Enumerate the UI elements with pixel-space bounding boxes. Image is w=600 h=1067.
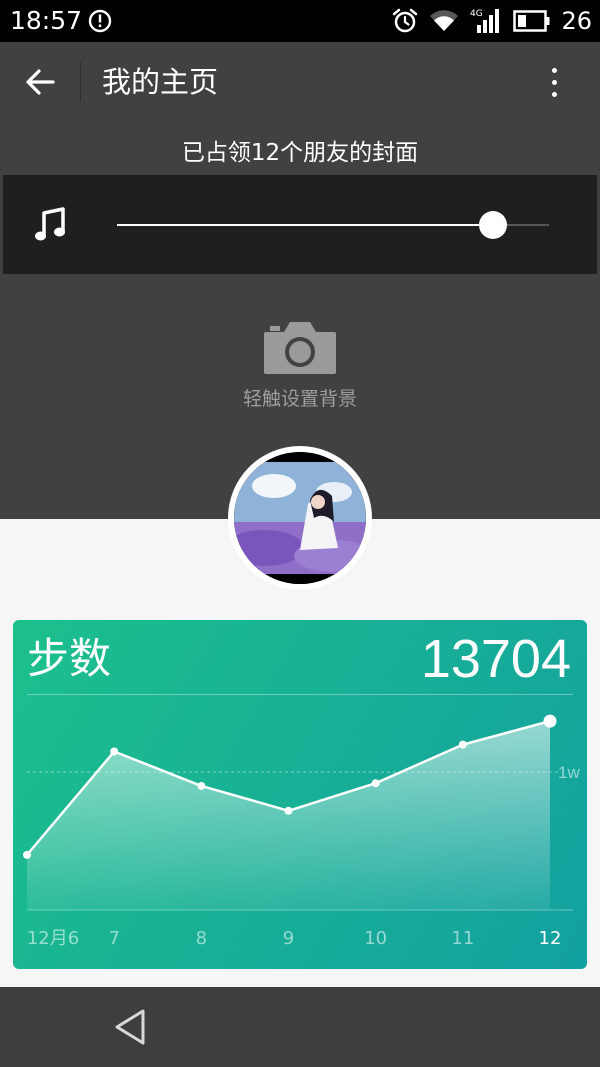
more-vertical-icon-dot (551, 79, 557, 85)
chart-reference-label: 1w (558, 763, 580, 782)
chart-point (284, 806, 293, 815)
status-icons: 4G 26 (391, 6, 592, 36)
chart-x-tick-label: 12 (539, 928, 562, 949)
cover-info-text: 已占领12个朋友的封面 (181, 140, 419, 166)
status-bar: 18:57 4G 26 (0, 0, 600, 42)
chart-x-tick-label: 8 (196, 928, 207, 949)
chart-x-tick-label: 11 (451, 928, 474, 949)
chart-point (197, 781, 206, 790)
music-note-icon[interactable] (31, 205, 71, 245)
chart-x-tick-label: 7 (108, 928, 119, 949)
status-time: 18:57 (10, 6, 83, 35)
chart-point (371, 779, 380, 788)
more-options-button[interactable] (544, 62, 564, 102)
more-vertical-icon-dot (551, 91, 557, 97)
chart-point (110, 747, 119, 756)
chart-x-tick-label: 12月6 (27, 928, 79, 949)
slider-thumb[interactable] (478, 211, 507, 239)
page-title: 我的主页 (102, 65, 219, 99)
avatar-image (234, 452, 366, 584)
battery-level: 26 (561, 7, 592, 35)
battery-icon (513, 10, 550, 32)
avatar[interactable] (228, 446, 372, 590)
alert-icon (88, 9, 112, 33)
wifi-icon (430, 10, 459, 31)
music-player (3, 175, 597, 274)
nav-back-button[interactable] (108, 1003, 152, 1051)
chart-x-tick-label: 10 (364, 928, 387, 949)
chart-point (458, 740, 467, 749)
nav-back-icon (115, 1009, 145, 1045)
signal-icon: 4G (470, 9, 500, 33)
more-vertical-icon-dot (551, 67, 557, 73)
back-arrow-icon (26, 69, 55, 95)
appbar-divider (80, 62, 81, 102)
alarm-icon (393, 8, 418, 33)
set-background-button[interactable]: 轻触设置背景 (200, 316, 400, 418)
back-button[interactable] (16, 60, 64, 104)
steps-chart: 1w 12月6 7 8 9 10 11 12 (23, 714, 580, 949)
steps-card[interactable]: 步数 13704 1w 12月6 7 8 9 10 11 12 (13, 620, 587, 969)
music-progress-slider[interactable] (117, 205, 549, 245)
set-background-label: 轻触设置背景 (242, 388, 357, 410)
navigation-bar (0, 987, 600, 1067)
camera-icon (264, 322, 336, 374)
chart-point (543, 714, 557, 728)
chart-area (27, 721, 550, 910)
chart-point (23, 850, 31, 859)
app-bar: 我的主页 (0, 42, 600, 122)
network-type-label: 4G (470, 9, 483, 19)
slider-fill (117, 224, 493, 226)
chart-x-tick-label: 9 (283, 928, 294, 949)
